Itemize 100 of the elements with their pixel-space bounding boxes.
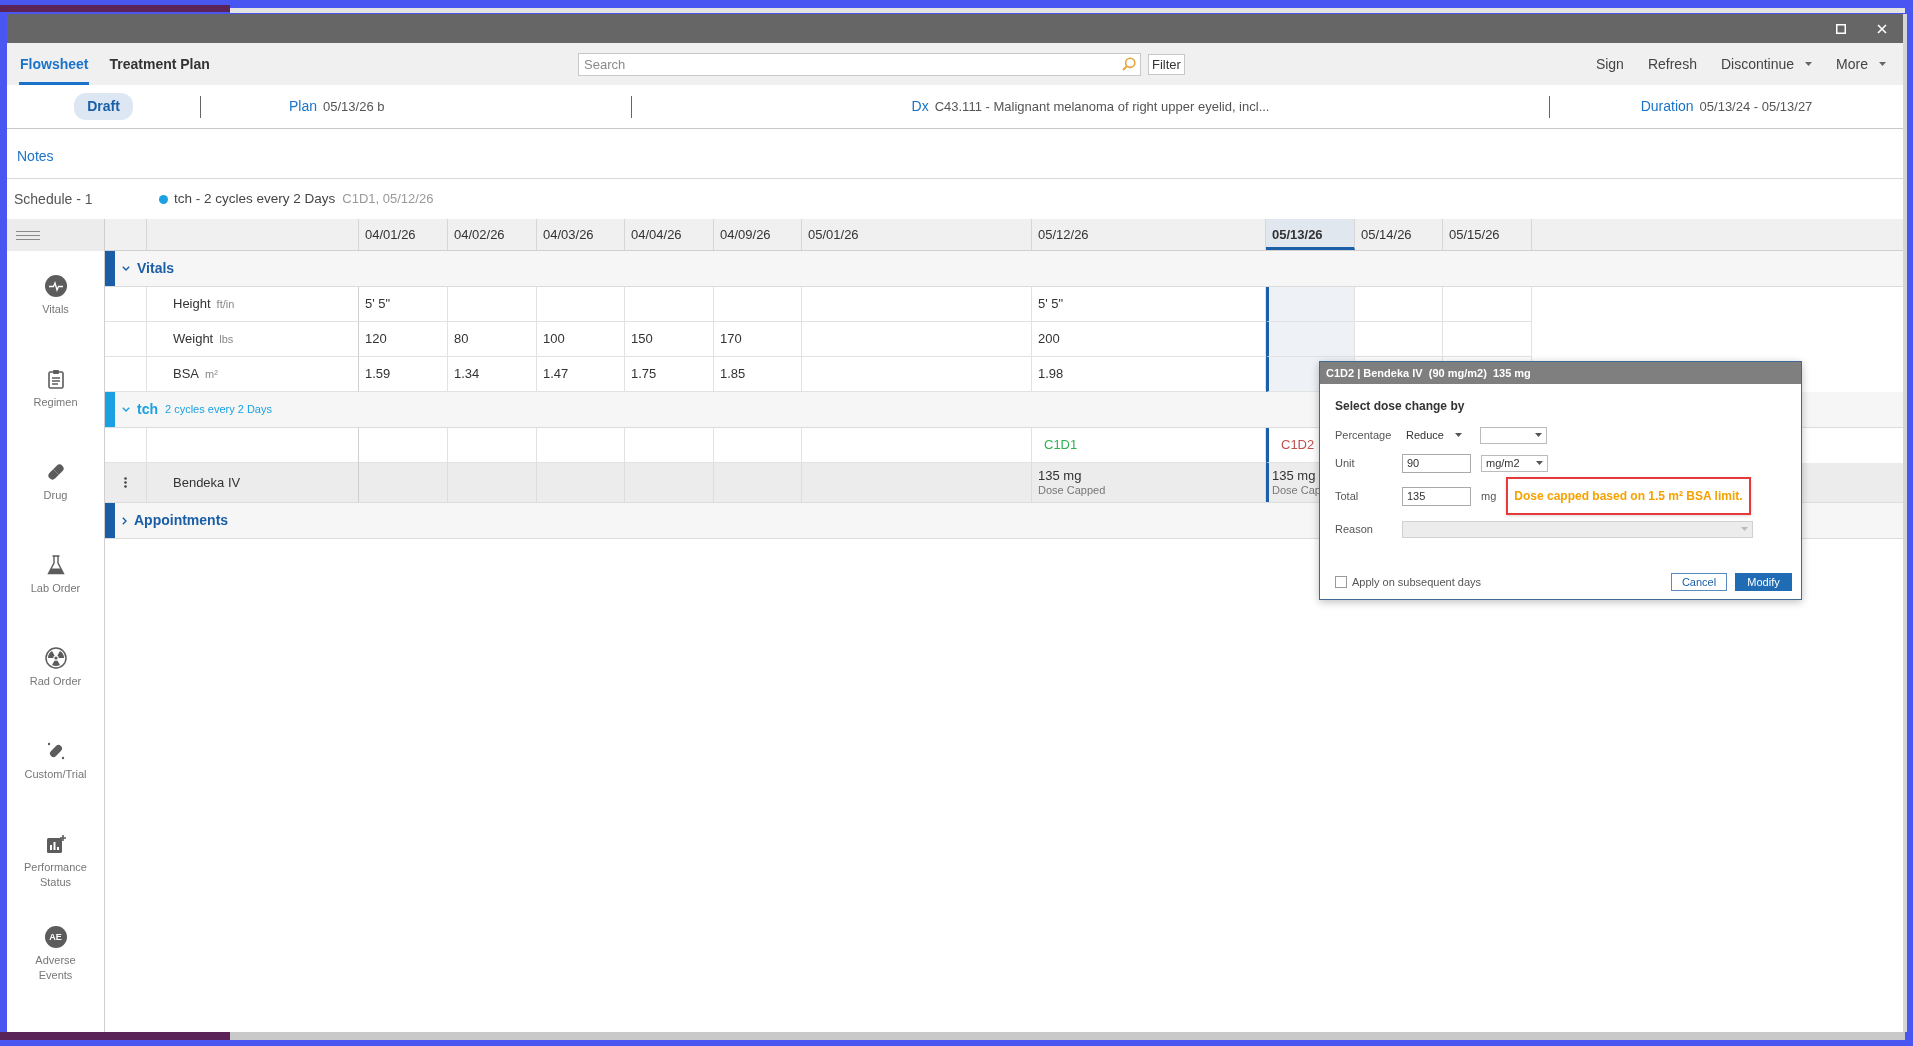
chevron-icon[interactable]	[122, 407, 130, 412]
checkbox-label: Apply on subsequent days	[1352, 574, 1482, 590]
close-icon[interactable]	[1877, 23, 1887, 34]
field-label: Unit	[1335, 455, 1356, 471]
percent-select[interactable]	[1480, 426, 1547, 444]
column-header[interactable]: 05/01/26	[802, 219, 1032, 250]
regimen-name: tch - 2 cycles every 2 Days	[174, 189, 336, 208]
cycle-label[interactable]: C1D2	[1281, 435, 1315, 455]
clipboard-icon	[47, 369, 64, 389]
unit-label: ft/in	[216, 296, 235, 312]
sidebar-item[interactable]: Regimen	[7, 344, 104, 437]
table-cell	[105, 322, 147, 357]
capsule-icon	[45, 741, 66, 761]
checkbox[interactable]	[1335, 576, 1347, 588]
status-badge: Draft	[74, 93, 133, 120]
toolbar-button[interactable]: Sign	[1595, 53, 1624, 75]
dropdown-button[interactable]: More	[1836, 53, 1886, 75]
caret-icon	[1455, 433, 1462, 437]
unit-label: m²	[205, 366, 218, 382]
column-header[interactable]: 04/01/26	[359, 219, 448, 250]
notes-link[interactable]: Notes	[17, 146, 54, 167]
sidebar-item[interactable]: Drug	[7, 437, 104, 530]
sidebar-item[interactable]: Rad Order	[7, 623, 104, 716]
modify-button[interactable]: Modify	[1735, 573, 1792, 591]
pulse-icon	[44, 275, 67, 297]
field-label: Plan	[289, 97, 318, 116]
field-value: 05/13/26 b	[323, 97, 385, 116]
sidebar-item[interactable]: Custom/Trial	[7, 716, 104, 809]
table-cell: 150	[625, 322, 714, 357]
section-subtitle: 2 cycles every 2 Days	[165, 402, 272, 418]
table-cell: 120	[359, 322, 448, 357]
unit-input[interactable]: 90	[1402, 453, 1471, 473]
field-value: 05/13/24 - 05/13/27	[1699, 97, 1813, 116]
table-cell: 5' 5"	[359, 287, 448, 322]
tab[interactable]: Flowsheet	[19, 43, 90, 85]
filter-button[interactable]: Filter	[1148, 53, 1185, 75]
chart-icon	[45, 834, 66, 854]
search-field[interactable]: Search	[578, 52, 1141, 76]
section-title: tch	[137, 400, 158, 419]
toolbar-button[interactable]: Refresh	[1647, 53, 1697, 75]
column-header[interactable]: 04/04/26	[625, 219, 714, 250]
column-header[interactable]: 04/03/26	[537, 219, 625, 250]
field-label: Dx	[911, 97, 929, 116]
sidebar-item[interactable]: Vitals	[7, 251, 104, 344]
unit-label: lbs	[219, 331, 234, 347]
cancel-button[interactable]: Cancel	[1671, 573, 1727, 591]
field-label: Reason	[1335, 521, 1374, 537]
capsule-icon	[45, 462, 66, 482]
radiation-icon	[44, 647, 67, 669]
dialog-heading: Select dose change by	[1335, 399, 1465, 413]
column-header[interactable]: 04/09/26	[714, 219, 802, 250]
horizontal-scrollbar[interactable]	[230, 1032, 1905, 1040]
caret-icon	[1805, 62, 1813, 66]
table-cell: 170	[714, 322, 802, 357]
regimen-detail: C1D1, 05/12/26	[342, 190, 434, 209]
section-header[interactable]: Vitals	[105, 251, 1903, 287]
search-icon[interactable]	[1122, 56, 1136, 71]
section-title: Appointments	[134, 511, 229, 530]
field-label: Duration	[1640, 97, 1694, 116]
total-input[interactable]: 135	[1402, 486, 1471, 506]
table-cell	[105, 287, 147, 322]
kebab-icon[interactable]	[124, 477, 127, 488]
caret-icon	[1535, 433, 1542, 437]
menu-icon[interactable]	[16, 230, 40, 240]
column-header[interactable]: 05/15/26	[1443, 219, 1532, 250]
column-header[interactable]: 05/13/26	[1266, 219, 1355, 250]
tab[interactable]: Treatment Plan	[108, 43, 211, 85]
sidebar-item[interactable]: Lab Order	[7, 530, 104, 623]
chevron-icon[interactable]	[122, 516, 127, 525]
dose-value: 135 mg	[1272, 467, 1316, 483]
caret-icon	[1741, 527, 1748, 531]
warning-message: Dose capped based on 1.5 m² BSA limit.	[1506, 477, 1751, 515]
section-title: Vitals	[137, 259, 175, 278]
field-label: Total	[1335, 488, 1360, 504]
dose-value: 135 mg	[1038, 467, 1082, 483]
drug-name: Bendeka IV	[173, 473, 241, 492]
dose-note: Dose Capped	[1038, 483, 1106, 498]
sidebar-item[interactable]: Performance Status	[7, 809, 104, 902]
chevron-icon[interactable]	[122, 266, 130, 271]
row-label: Height	[173, 295, 211, 314]
column-header[interactable]: 05/14/26	[1355, 219, 1443, 250]
caret-icon	[1879, 62, 1886, 66]
ae-badge: AE	[44, 926, 67, 948]
unit-select[interactable]: mg/m2	[1481, 454, 1548, 472]
sidebar-item[interactable]: AE Adverse Events	[7, 902, 104, 995]
flask-icon	[46, 555, 65, 575]
row-label: BSA	[173, 365, 199, 384]
row-label: Weight	[173, 330, 214, 349]
unit-label: mg	[1481, 488, 1497, 504]
maximize-icon[interactable]	[1836, 23, 1846, 34]
schedule-label: Schedule - 1	[14, 189, 94, 209]
dropdown-button[interactable]: Discontinue	[1720, 53, 1813, 75]
column-header[interactable]: 04/02/26	[448, 219, 537, 250]
dialog-title: C1D2 | Bendeka IV (90 mg/m2) 135 mg	[1320, 362, 1801, 384]
field-label: Percentage	[1335, 427, 1393, 443]
mode-dropdown[interactable]: Reduce	[1402, 426, 1466, 444]
caret-icon	[1536, 461, 1543, 465]
table-cell: 80	[448, 322, 537, 357]
table-cell: 100	[537, 322, 625, 357]
field-value: C43.111 - Malignant melanoma of right upper eyelid, incl...	[934, 97, 1270, 116]
